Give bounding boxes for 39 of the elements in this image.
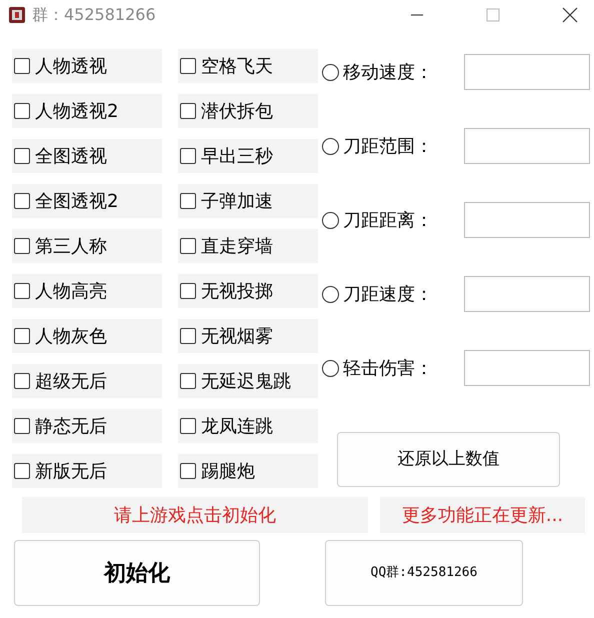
maximize-icon[interactable]	[486, 8, 500, 22]
radio-button[interactable]: 刀距距离：	[322, 206, 464, 234]
checkbox[interactable]: 人物灰色	[12, 319, 162, 353]
checkbox[interactable]: 新版无后	[12, 454, 162, 488]
input-field[interactable]	[464, 276, 590, 312]
close-icon[interactable]	[562, 7, 578, 23]
qq-button[interactable]: QQ群:452581266	[325, 540, 523, 606]
radio-button[interactable]: 刀距范围：	[322, 132, 464, 160]
checkbox[interactable]: 无视烟雾	[178, 319, 318, 353]
status-label: 请上游戏点击初始化	[114, 504, 276, 528]
init-button[interactable]: 初始化	[14, 540, 260, 606]
checkbox[interactable]: 人物高亮	[12, 274, 162, 308]
checkbox[interactable]: 超级无后	[12, 364, 162, 398]
checkbox[interactable]: 人物透视	[12, 49, 162, 83]
input-field[interactable]	[464, 202, 590, 238]
app-icon	[8, 6, 26, 24]
checkbox[interactable]: 无视投掷	[178, 274, 318, 308]
checkbox[interactable]: 直走穿墙	[178, 229, 318, 263]
status-label: 更多功能正在更新...	[402, 504, 564, 528]
checkbox[interactable]: 全图透视	[12, 139, 162, 173]
checkbox[interactable]: 全图透视2	[12, 184, 162, 218]
input-field[interactable]	[464, 350, 590, 386]
checkbox[interactable]: 第三人称	[12, 229, 162, 263]
checkbox[interactable]: 潜伏拆包	[178, 94, 318, 128]
input-field[interactable]	[464, 128, 590, 164]
checkbox[interactable]: 龙凤连跳	[178, 409, 318, 443]
window-title: 群：452581266	[32, 4, 156, 26]
checkbox[interactable]: 子弹加速	[178, 184, 318, 218]
checkbox[interactable]: 人物透视2	[12, 94, 162, 128]
radio-button[interactable]: 轻击伤害：	[322, 354, 464, 382]
checkbox[interactable]: 踢腿炮	[178, 454, 318, 488]
radio-button[interactable]: 刀距速度：	[322, 280, 464, 308]
checkbox[interactable]: 早出三秒	[178, 139, 318, 173]
checkbox[interactable]: 无延迟鬼跳	[178, 364, 318, 398]
checkbox[interactable]: 静态无后	[12, 409, 162, 443]
restore-button[interactable]: 还原以上数值	[337, 432, 560, 487]
radio-button[interactable]: 移动速度：	[322, 58, 464, 86]
input-field[interactable]	[464, 54, 590, 90]
checkbox[interactable]: 空格飞天	[178, 49, 318, 83]
